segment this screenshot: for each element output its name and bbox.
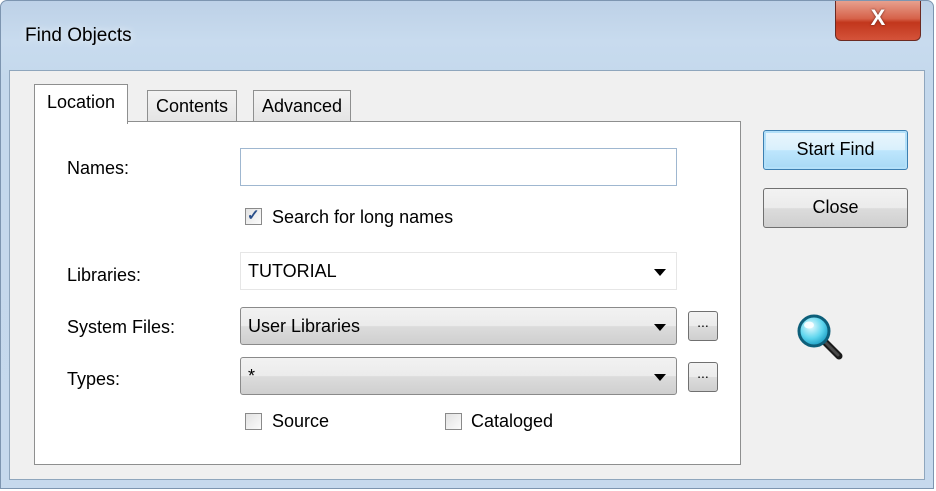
tab-contents[interactable]: Contents bbox=[147, 90, 238, 124]
types-value: * bbox=[248, 366, 256, 386]
tab-location[interactable]: Location bbox=[34, 84, 129, 124]
chevron-down-icon bbox=[654, 374, 666, 381]
chevron-down-icon bbox=[654, 269, 666, 276]
title-bar[interactable]: Find Objects X bbox=[1, 1, 933, 75]
system-files-combo[interactable]: User Libraries bbox=[240, 307, 677, 345]
checkmark-icon: ✓ bbox=[247, 207, 260, 224]
system-files-browse-button[interactable]: ... bbox=[688, 311, 718, 341]
libraries-label: Libraries: bbox=[67, 265, 142, 285]
types-combo[interactable]: * bbox=[240, 357, 677, 395]
window-title: Find Objects bbox=[25, 25, 132, 46]
cataloged-label[interactable]: Cataloged bbox=[471, 411, 553, 432]
names-label: Names: bbox=[67, 158, 130, 178]
long-names-label[interactable]: Search for long names bbox=[272, 207, 453, 228]
cataloged-checkbox[interactable] bbox=[445, 413, 462, 430]
window-close-button[interactable]: X bbox=[835, 1, 921, 41]
system-files-label: System Files: bbox=[67, 317, 176, 337]
source-label[interactable]: Source bbox=[272, 411, 329, 432]
magnifier-icon bbox=[797, 314, 843, 360]
names-input[interactable] bbox=[240, 148, 677, 186]
tab-advanced[interactable]: Advanced bbox=[253, 90, 352, 124]
types-label: Types: bbox=[67, 369, 121, 389]
libraries-value: TUTORIAL bbox=[248, 261, 337, 281]
system-files-value: User Libraries bbox=[248, 316, 361, 336]
source-checkbox[interactable] bbox=[245, 413, 262, 430]
chevron-down-icon bbox=[654, 324, 666, 331]
libraries-combo[interactable]: TUTORIAL bbox=[240, 252, 677, 290]
long-names-checkbox[interactable]: ✓ bbox=[245, 207, 262, 225]
close-icon: X bbox=[870, 5, 886, 30]
close-button[interactable]: Close bbox=[763, 188, 908, 228]
types-browse-button[interactable]: ... bbox=[688, 362, 718, 392]
start-find-button[interactable]: Start Find bbox=[763, 130, 908, 170]
